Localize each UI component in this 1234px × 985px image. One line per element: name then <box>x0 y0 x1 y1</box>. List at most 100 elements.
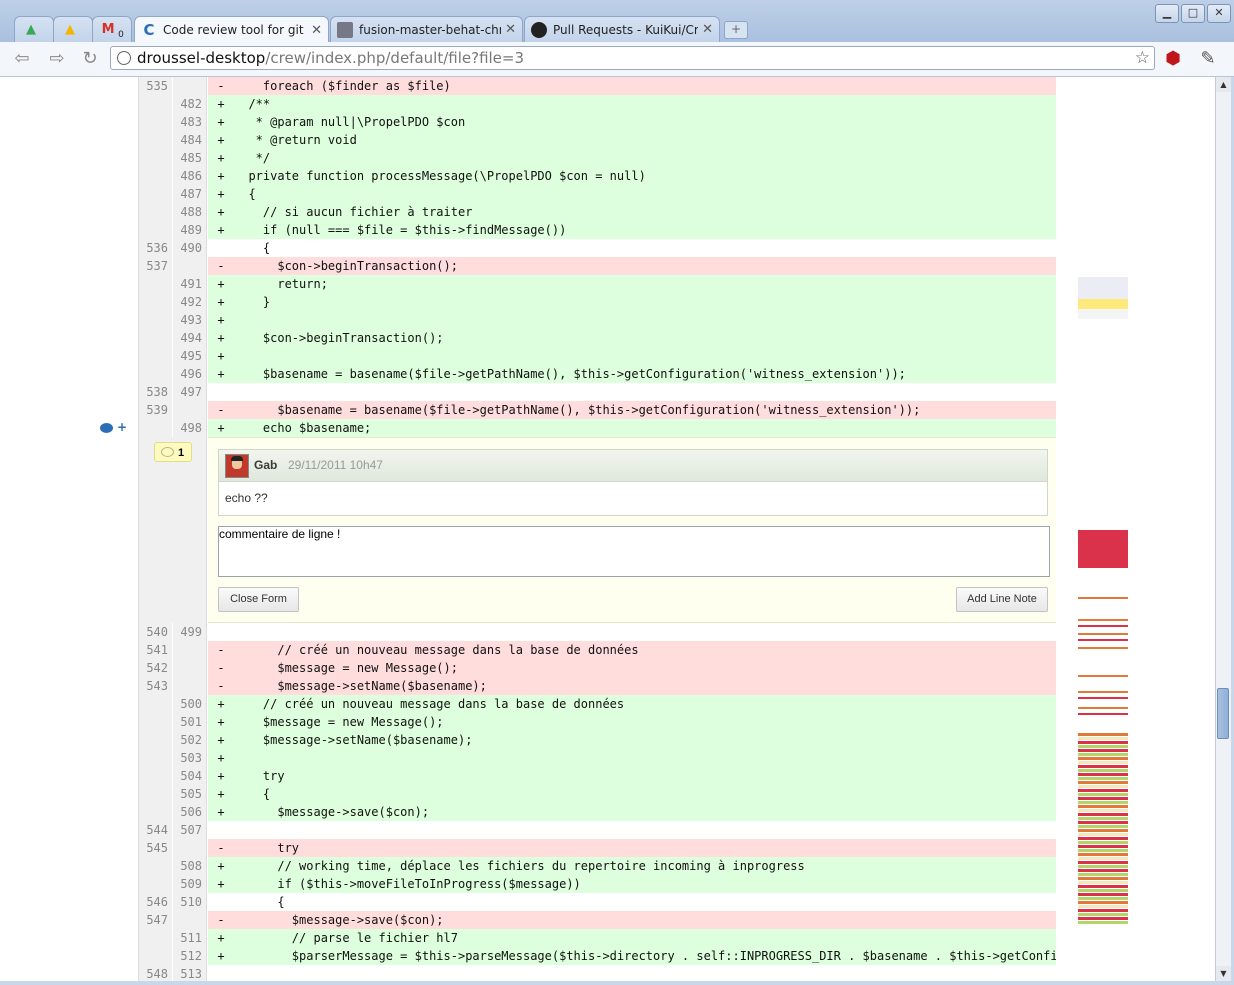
bookmark-star-icon[interactable]: ☆ <box>1135 47 1150 69</box>
tab-pull-requests[interactable]: Pull Requests - KuiKui/Cre ✕ <box>524 16 720 42</box>
diff-line-removed[interactable]: 541 - // créé un nouveau message dans la … <box>138 641 1056 659</box>
minimap-band <box>1078 793 1128 796</box>
diff-line-added[interactable]: 486 + private function processMessage(\Pr… <box>138 167 1056 185</box>
diff-line-added[interactable]: 483 + * @param null|\PropelPDO $con <box>138 113 1056 131</box>
scroll-up-icon[interactable]: ▲ <box>1216 77 1231 92</box>
diff-line-added[interactable]: 512 + $parserMessage = $this->parseMessag… <box>138 947 1056 965</box>
diff-line-context[interactable]: 536 490 { <box>138 239 1056 257</box>
code-text: $basename = basename($file->getPathName(… <box>234 367 906 381</box>
diff-sign: + <box>217 205 225 219</box>
minimap-band <box>1078 893 1128 896</box>
diff-line-added[interactable]: 505 + { <box>138 785 1056 803</box>
scroll-down-icon[interactable]: ▼ <box>1216 966 1231 981</box>
code-text: $message = new Message(); <box>234 715 444 729</box>
tab-close-icon[interactable]: ✕ <box>505 22 516 37</box>
old-line-number: 539 <box>138 401 172 419</box>
comment-body: echo ?? <box>225 491 268 505</box>
diff-line-added[interactable]: 489 + if (null === $file = $this->findMes… <box>138 221 1056 239</box>
diff-line-added[interactable]: 504 + try <box>138 767 1056 785</box>
new-line-number: 511 <box>173 929 207 947</box>
diff-line-removed[interactable]: 545 - try <box>138 839 1056 857</box>
tab-pinned-drive-1[interactable]: ▲ <box>14 16 54 42</box>
code-text: $message->save($con); <box>234 913 444 927</box>
tab-close-icon[interactable]: ✕ <box>311 23 322 38</box>
diff-line-added[interactable]: 485 + */ <box>138 149 1056 167</box>
diff-minimap[interactable] <box>1078 77 1128 981</box>
diff-line-removed[interactable]: 539 - $basename = basename($file->getPath… <box>138 401 1056 419</box>
close-form-button[interactable]: Close Form <box>218 587 299 612</box>
minimap-band <box>1078 845 1128 848</box>
vertical-scrollbar[interactable]: ▲ ▼ <box>1215 77 1231 981</box>
code-text: /** <box>234 97 271 111</box>
line-note-input[interactable] <box>218 526 1050 577</box>
diff-line-added[interactable]: 494 + $con->beginTransaction(); <box>138 329 1056 347</box>
scroll-thumb[interactable] <box>1217 688 1229 739</box>
diff-line-removed[interactable]: 547 - $message->save($con); <box>138 911 1056 929</box>
diff-line-added[interactable]: 491 + return; <box>138 275 1056 293</box>
diff-line-removed[interactable]: 537 - $con->beginTransaction(); <box>138 257 1056 275</box>
comment-count-badge[interactable]: 1 <box>154 442 192 462</box>
diff-line-context[interactable]: 540 499 <box>138 623 1056 641</box>
diff-line-added[interactable]: 487 + { <box>138 185 1056 203</box>
diff-sign: + <box>217 97 225 111</box>
diff-line-added[interactable]: 496 + $basename = basename($file->getPath… <box>138 365 1056 383</box>
diff-line-removed[interactable]: 542 - $message = new Message(); <box>138 659 1056 677</box>
diff-line-added[interactable]: 508 + // working time, déplace les fichie… <box>138 857 1056 875</box>
diff-line-removed[interactable]: 535 - foreach ($finder as $file) <box>138 77 1056 95</box>
reload-icon[interactable]: ↻ <box>80 49 100 69</box>
code-text: $con->beginTransaction(); <box>234 331 444 345</box>
new-line-number: 495 <box>173 347 207 365</box>
forward-icon[interactable]: ⇨ <box>47 49 67 69</box>
back-icon[interactable]: ⇦ <box>12 49 32 69</box>
code-line: + $con->beginTransaction(); <box>208 329 1056 347</box>
adblock-icon[interactable]: ⬢ <box>1163 49 1183 69</box>
diff-line-added[interactable]: 501 + $message = new Message(); <box>138 713 1056 731</box>
address-bar[interactable]: droussel-desktop/crew/index.php/default/… <box>110 46 1155 70</box>
diff-line-added[interactable]: 492 + } <box>138 293 1056 311</box>
minimap-band <box>1078 813 1128 816</box>
code-line: + <box>208 347 1056 365</box>
close-window-button[interactable]: ✕ <box>1207 4 1231 23</box>
new-tab-button[interactable]: + <box>724 21 748 39</box>
minimize-button[interactable]: ▁ <box>1155 4 1179 23</box>
add-note-plus-icon[interactable]: + <box>117 420 127 434</box>
new-line-number <box>173 77 207 95</box>
old-line-number: 540 <box>138 623 172 641</box>
diff-line-added[interactable]: 503 + <box>138 749 1056 767</box>
tab-crew[interactable]: C Code review tool for git p ✕ <box>134 16 329 43</box>
tab-pinned-gmail[interactable]: M0 <box>92 16 132 42</box>
wrench-icon[interactable]: ✎ <box>1198 49 1218 69</box>
maximize-button[interactable]: □ <box>1181 4 1205 23</box>
diff-line-context[interactable]: 544 507 <box>138 821 1056 839</box>
diff-line-added[interactable]: 482 + /** <box>138 95 1056 113</box>
diff-line-added[interactable]: 488 + // si aucun fichier à traiter <box>138 203 1056 221</box>
add-line-note-button[interactable]: Add Line Note <box>956 587 1048 612</box>
code-text: echo $basename; <box>234 421 372 435</box>
diff-line-added[interactable]: 495 + <box>138 347 1056 365</box>
code-line: + // si aucun fichier à traiter <box>208 203 1056 221</box>
diff-line-added[interactable]: 500 + // créé un nouveau message dans la … <box>138 695 1056 713</box>
diff-line-added[interactable]: 506 + $message->save($con); <box>138 803 1056 821</box>
tab-pinned-drive-2[interactable]: ▲ <box>53 16 93 42</box>
diff-line-context[interactable]: 548 513 <box>138 965 1056 981</box>
diff-line-added[interactable]: 484 + * @return void <box>138 131 1056 149</box>
tab-fusion[interactable]: fusion-master-behat-chro ✕ <box>330 16 523 42</box>
minimap-band <box>1078 853 1128 856</box>
minimap-band <box>1078 753 1128 756</box>
new-line-number: 509 <box>173 875 207 893</box>
diff-line-added[interactable]: 511 + // parse le fichier hl7 <box>138 929 1056 947</box>
minimap-band <box>1078 889 1128 892</box>
line-note-trigger[interactable]: + <box>100 420 127 434</box>
diff-line-removed[interactable]: 543 - $message->setName($basename); <box>138 677 1056 695</box>
diff-line-context[interactable]: 546 510 { <box>138 893 1056 911</box>
new-line-number: 504 <box>173 767 207 785</box>
diff-view: 535- foreach ($finder as $file) 482 + /** 4… <box>138 77 1056 981</box>
code-text: { <box>234 895 285 909</box>
tab-close-icon[interactable]: ✕ <box>702 22 713 37</box>
diff-line-added[interactable]: 502 + $message->setName($basename); <box>138 731 1056 749</box>
diff-line-context[interactable]: 538 497 <box>138 383 1056 401</box>
diff-line-added[interactable]: 493 + <box>138 311 1056 329</box>
diff-line-added[interactable]: 498 + echo $basename; <box>138 419 1056 437</box>
diff-line-added[interactable]: 509 + if ($this->moveFileToInProgress($me… <box>138 875 1056 893</box>
code-line: + <box>208 311 1056 329</box>
